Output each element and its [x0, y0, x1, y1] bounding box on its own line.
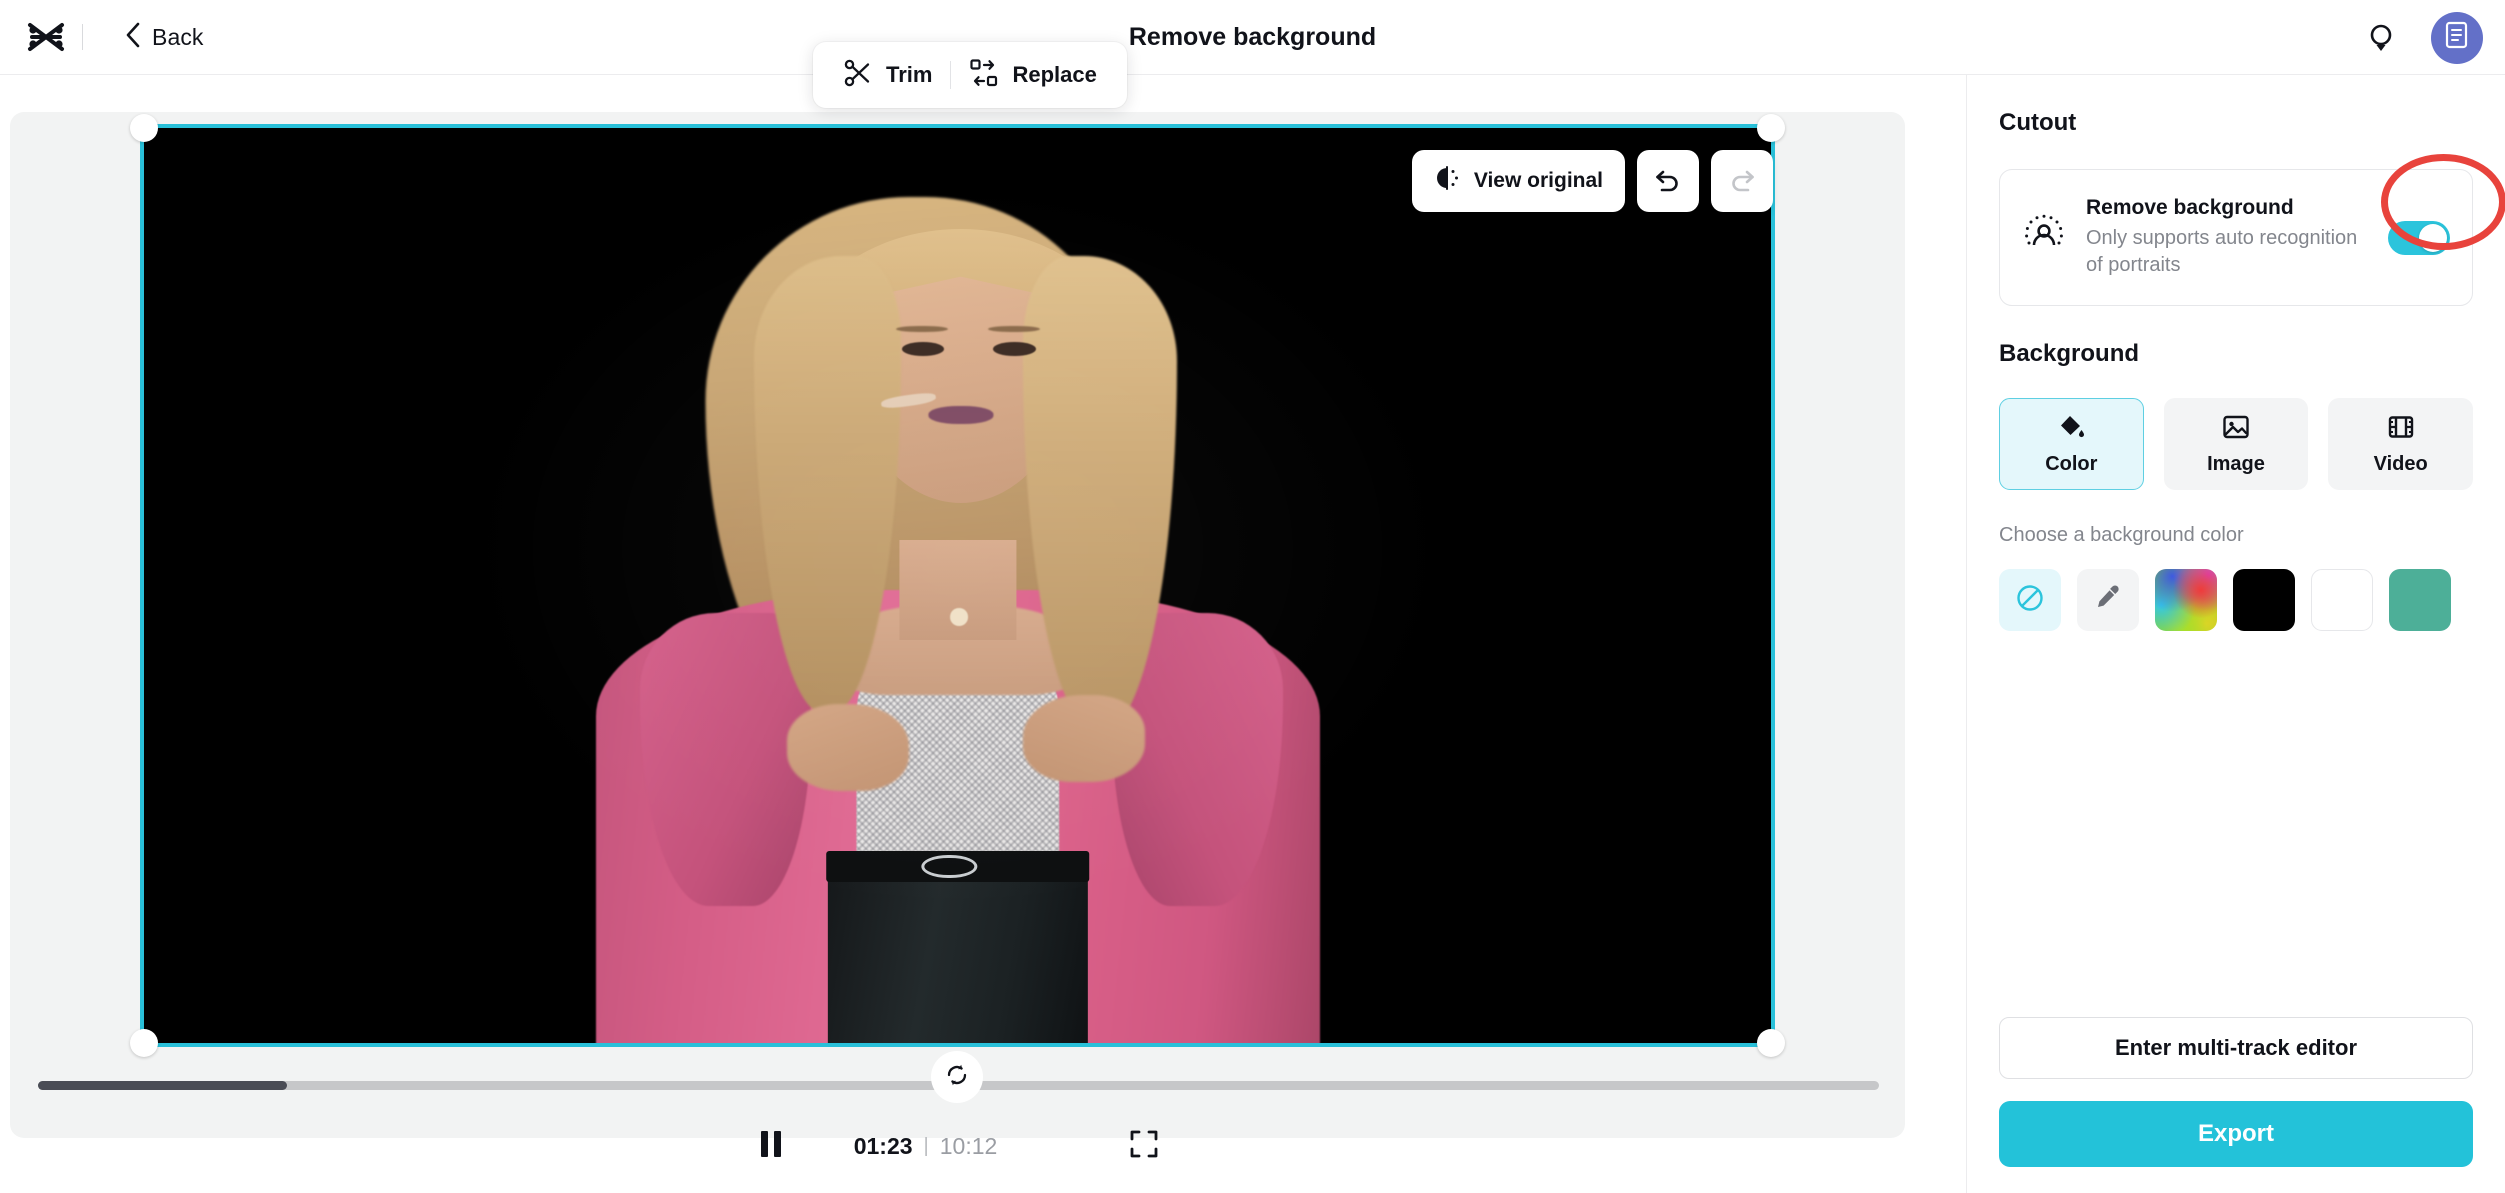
properties-panel: Cutout Remove background Only supports a…: [1966, 75, 2505, 1193]
tab-color[interactable]: Color: [1999, 398, 2144, 490]
play-pause-button[interactable]: [744, 1119, 798, 1173]
trim-label: Trim: [886, 62, 933, 87]
pause-icon: [758, 1129, 784, 1164]
tab-video[interactable]: Video: [2328, 398, 2474, 490]
cutout-section-title: Cutout: [1999, 109, 2077, 136]
export-button[interactable]: Export: [1999, 1101, 2473, 1167]
loop-icon: [943, 1061, 971, 1094]
total-time: 10:12: [939, 1132, 998, 1159]
back-button[interactable]: Back: [117, 15, 212, 60]
capcut-logo-icon[interactable]: [18, 13, 74, 61]
remove-background-toggle[interactable]: [2388, 220, 2450, 255]
tab-video-label: Video: [2373, 452, 2428, 475]
color-swatch-list: [1999, 569, 2473, 631]
lightbulb-icon[interactable]: [2361, 18, 2401, 58]
page-title: Remove background: [1128, 23, 1377, 51]
paint-bucket-icon: [2057, 413, 2085, 446]
back-label: Back: [152, 23, 204, 50]
loop-button[interactable]: [931, 1051, 983, 1103]
remove-background-subtitle: Only supports auto recognition of portra…: [2086, 227, 2358, 276]
fullscreen-icon: [1129, 1129, 1159, 1164]
chevron-left-icon: [125, 22, 141, 53]
remove-background-texts: Remove background Only supports auto rec…: [2086, 196, 2368, 279]
film-strip-icon: [2387, 413, 2415, 446]
resize-handle-bottom-left[interactable]: [130, 1029, 158, 1057]
swatch-color-picker[interactable]: [2155, 569, 2217, 631]
header-actions: [2361, 0, 2483, 75]
toggle-knob: [2419, 223, 2447, 252]
time-separator: |: [923, 1134, 929, 1157]
fullscreen-button[interactable]: [1117, 1119, 1171, 1173]
enter-multitrack-editor-button[interactable]: Enter multi-track editor: [1999, 1017, 2473, 1079]
undo-button[interactable]: [1637, 150, 1699, 212]
playback-controls: 01:23 | 10:12: [10, 1112, 1905, 1180]
resize-handle-top-left[interactable]: [130, 114, 158, 142]
replace-icon: [969, 58, 999, 93]
swatch-eyedropper[interactable]: [2077, 569, 2139, 631]
clip-toolbar: Trim Replace: [813, 42, 1127, 108]
preview-toolbar: View original: [1411, 150, 1773, 212]
tab-color-label: Color: [2045, 452, 2098, 475]
image-icon: [2222, 413, 2250, 446]
scissors-icon: [843, 58, 873, 93]
remove-background-card: Remove background Only supports auto rec…: [1999, 154, 2505, 306]
swatch-white[interactable]: [2311, 569, 2373, 631]
tab-image-label: Image: [2207, 452, 2265, 475]
compare-contrast-icon: [1434, 165, 1461, 197]
remove-background-title: Remove background: [2086, 196, 2294, 219]
swatch-teal[interactable]: [2389, 569, 2451, 631]
time-display: 01:23 | 10:12: [854, 1133, 998, 1160]
resize-handle-bottom-right[interactable]: [1757, 1029, 1785, 1057]
avatar[interactable]: [2431, 11, 2483, 64]
trim-button[interactable]: Trim: [825, 48, 950, 103]
document-avatar-icon: [2443, 20, 2471, 55]
view-original-button[interactable]: View original: [1411, 150, 1625, 212]
background-section-title: Background: [1999, 340, 2140, 367]
replace-button[interactable]: Replace: [951, 48, 1114, 103]
preview-stage: View original: [10, 112, 1905, 1138]
swatch-black[interactable]: [2233, 569, 2295, 631]
redo-button[interactable]: [1711, 150, 1773, 212]
undo-arrow-icon: [1653, 164, 1683, 199]
progress-fill: [38, 1081, 287, 1090]
no-color-icon: [2014, 582, 2046, 619]
header-divider: [82, 24, 83, 50]
swatch-no-color[interactable]: [1999, 569, 2061, 631]
tab-image[interactable]: Image: [2163, 398, 2309, 490]
video-canvas[interactable]: [130, 114, 1785, 1057]
background-type-tabs: Color Image Video: [1999, 398, 2474, 490]
redo-arrow-icon: [1727, 164, 1757, 199]
portrait-cutout-icon: [2022, 213, 2066, 262]
video-frame-image: [144, 128, 1771, 1043]
resize-handle-top-right[interactable]: [1757, 114, 1785, 142]
capcut-editor-window: Back Remove background Trim Replace View…: [0, 0, 2505, 1193]
replace-label: Replace: [1012, 62, 1097, 87]
view-original-label: View original: [1473, 169, 1603, 192]
choose-color-label: Choose a background color: [1999, 524, 2244, 546]
app-header: Back Remove background: [0, 0, 2505, 75]
panel-actions: Enter multi-track editor Export: [1999, 1017, 2473, 1167]
eyedropper-icon: [2093, 583, 2123, 618]
current-time: 01:23: [853, 1132, 913, 1159]
